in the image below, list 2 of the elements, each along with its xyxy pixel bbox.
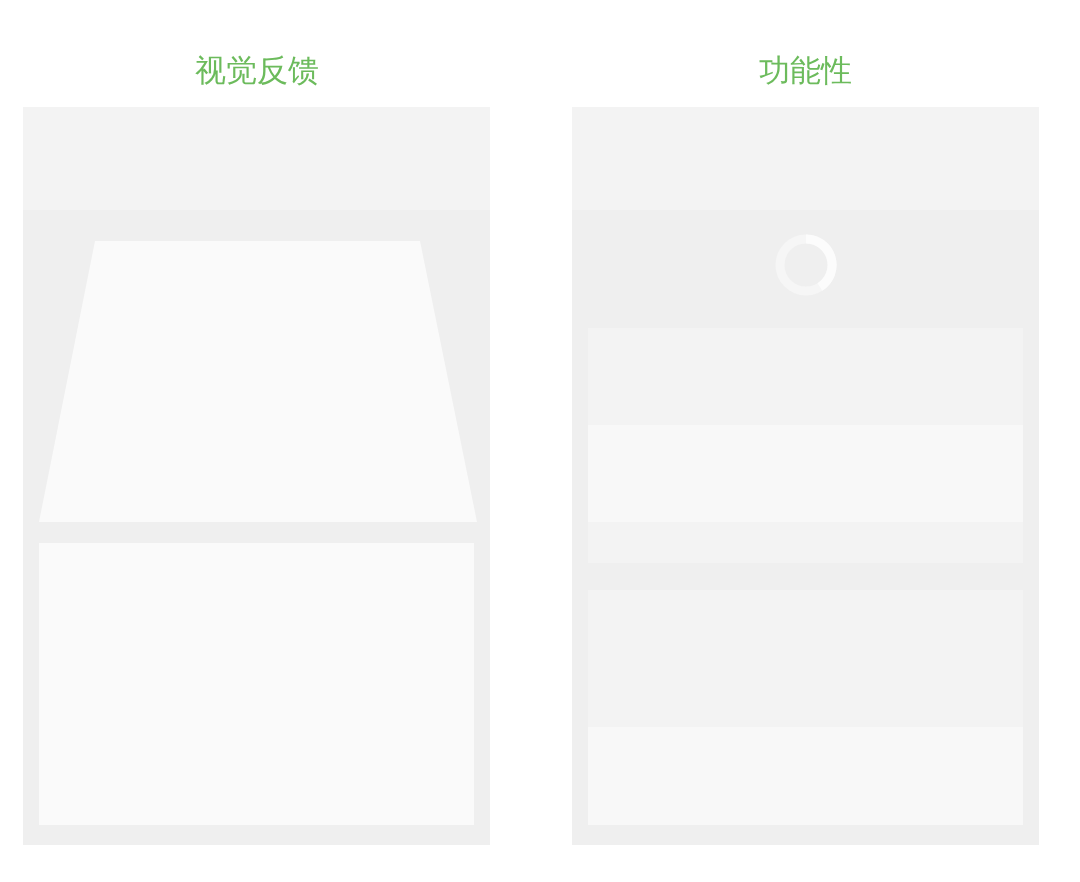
panel-title: 功能性 (759, 51, 852, 90)
panel-title: 视觉反馈 (194, 51, 319, 90)
